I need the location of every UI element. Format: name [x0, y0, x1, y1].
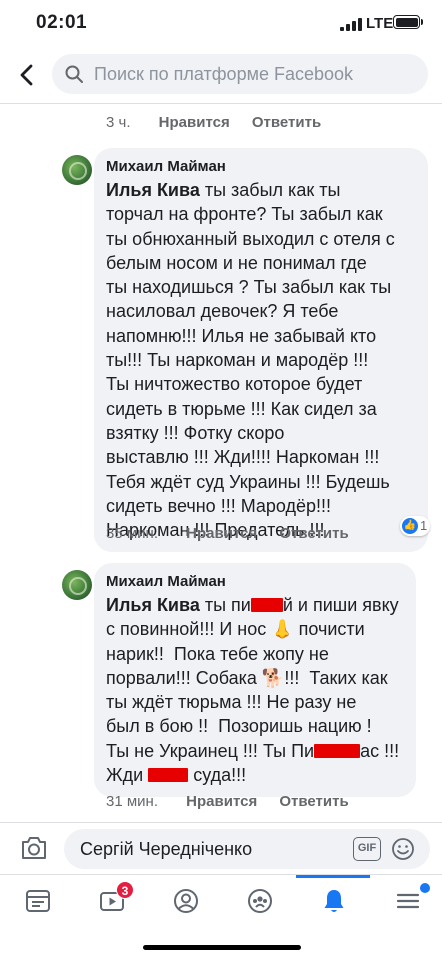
like-button[interactable]: Нравится — [186, 793, 257, 810]
comment-text: Илья Кива ты пи й и пиши явку с повинной!… — [106, 593, 404, 787]
network-label: LTE — [366, 15, 394, 32]
reaction-count: 1 — [420, 518, 428, 533]
avatar[interactable] — [62, 570, 92, 600]
comment-body-line: ты ждёт тюрьма !!! Не разу не — [106, 692, 357, 713]
status-bar: 02:01 LTE — [0, 0, 442, 48]
profile-icon — [174, 889, 198, 913]
gif-icon[interactable]: GIF — [353, 837, 381, 861]
comment-body-line: нарик!! Пока тебе жопу не — [106, 643, 329, 664]
nav-news-feed[interactable] — [0, 875, 74, 931]
battery-icon — [393, 15, 420, 29]
active-tab-indicator — [296, 875, 370, 878]
search-box[interactable] — [52, 54, 428, 94]
search-header — [0, 48, 442, 104]
battery-tip — [421, 19, 423, 25]
comment-text: Илья Кива ты забыл как ты торчал на фрон… — [106, 178, 416, 542]
nav-menu[interactable] — [370, 875, 442, 931]
nav-notifications[interactable] — [296, 875, 370, 931]
mention-link[interactable]: Илья Кива — [106, 180, 200, 200]
search-input[interactable] — [94, 54, 414, 94]
comment-time: 31 мин. — [106, 793, 158, 810]
nav-groups[interactable] — [222, 875, 296, 931]
comment-time: 3 ч. — [106, 114, 131, 131]
comment-time: 35 мин. — [106, 525, 158, 542]
reply-composer: Сергій Чередніченко GIF — [0, 822, 442, 874]
reply-button[interactable]: Ответить — [279, 525, 348, 542]
comment-body-part: ты пи — [199, 595, 251, 615]
comment-body-part: Ты не Украинец !!! Ты Пи — [106, 740, 315, 761]
redaction-mark — [148, 768, 189, 783]
news-feed-icon — [26, 890, 50, 912]
avatar[interactable] — [62, 155, 92, 185]
like-button[interactable]: Нравится — [186, 525, 257, 542]
comment-body-part: суда!!! — [188, 765, 247, 786]
nav-profile[interactable] — [148, 875, 222, 931]
redaction-mark — [314, 743, 361, 758]
comment-author[interactable]: Михаил Майман — [106, 157, 416, 177]
emoji-icon[interactable] — [391, 837, 415, 861]
reply-button[interactable]: Ответить — [279, 793, 348, 810]
reply-button[interactable]: Ответить — [252, 114, 321, 131]
like-icon: 👍 — [402, 518, 418, 534]
groups-icon — [248, 889, 272, 913]
comment-body-part: ас !!! — [360, 740, 400, 761]
previous-comment-meta: 3 ч. Нравится Ответить — [106, 114, 339, 131]
reply-input[interactable]: Сергій Чередніченко GIF — [64, 829, 430, 869]
back-icon[interactable] — [14, 62, 40, 88]
like-button[interactable]: Нравится — [159, 114, 230, 131]
nav-watch[interactable]: 3 — [74, 875, 148, 931]
comment-author[interactable]: Михаил Майман — [106, 572, 404, 592]
bottom-nav: 3 — [0, 874, 442, 930]
comment-meta: 35 мин. Нравится Ответить — [106, 525, 367, 542]
status-time: 02:01 — [36, 12, 88, 33]
comment-body-line: был в бою !! Позоришь нацию ! — [106, 716, 372, 737]
reply-input-text: Сергій Чередніченко — [80, 839, 253, 859]
notification-badge: 3 — [116, 881, 134, 899]
bell-icon — [324, 890, 344, 912]
comment-bubble: Михаил Майман Илья Кива ты пи й и пиши яв… — [94, 563, 416, 798]
comment-meta: 31 мин. Нравится Ответить — [106, 793, 367, 810]
search-icon — [65, 65, 83, 83]
redaction-mark — [250, 598, 283, 612]
menu-icon — [396, 893, 420, 909]
comment-body-line: порвали!!! Собака 🐕!!! Таких как — [106, 667, 388, 688]
comment-body-part: Жди — [106, 765, 149, 786]
camera-icon[interactable] — [20, 835, 48, 861]
new-dot — [420, 883, 430, 893]
comment-body: ты забыл как ты торчал на фронте? Ты заб… — [106, 180, 395, 541]
mention-link[interactable]: Илья Кива — [106, 595, 200, 615]
comment-body-part: й и пиши явку — [282, 595, 399, 615]
home-indicator — [143, 945, 301, 950]
comment-body-line: с повинной!!! И нос 👃 почисти — [106, 619, 365, 640]
comment-bubble: Михаил Майман Илья Кива ты забыл как ты … — [94, 148, 428, 553]
signal-icon — [340, 17, 362, 31]
reaction-badge[interactable]: 👍 1 — [400, 516, 430, 536]
